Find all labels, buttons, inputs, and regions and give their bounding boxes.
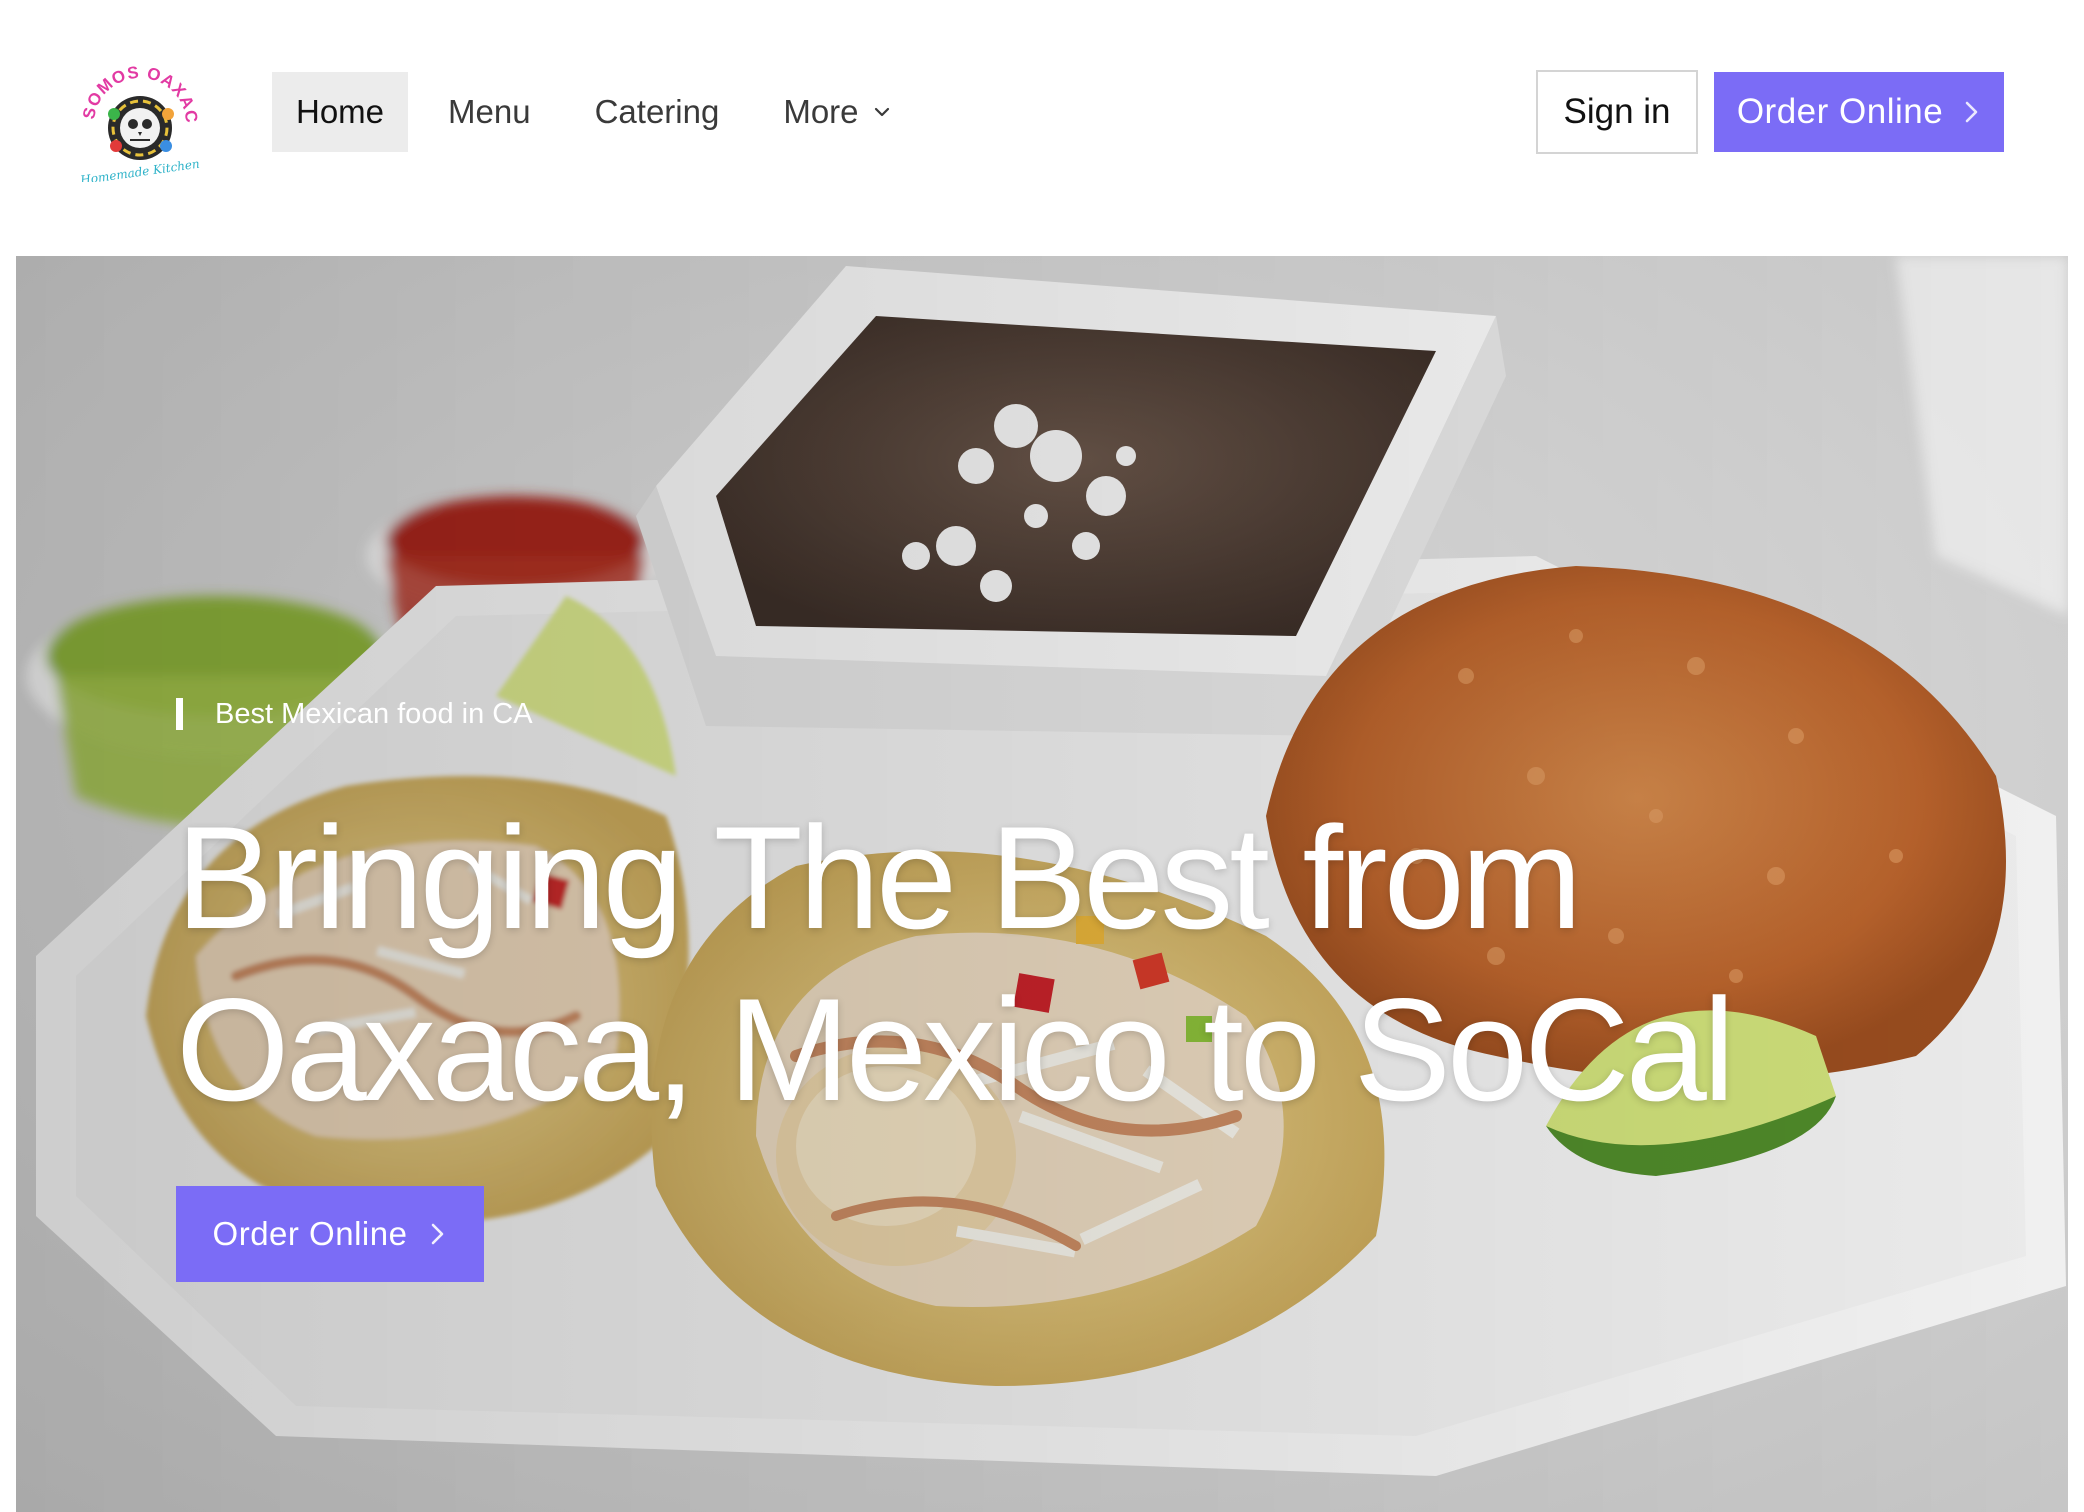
main-nav: Home Menu Catering More	[272, 72, 917, 152]
sign-in-label: Sign in	[1563, 92, 1671, 131]
nav-item-label: Menu	[448, 93, 531, 130]
brand-logo[interactable]: SOMOS OAXACA Homemade Kitchen	[72, 62, 208, 182]
hero-headline-line-1: Bringing The Best from	[176, 796, 1582, 959]
nav-item-label: More	[783, 93, 859, 130]
nav-item-home[interactable]: Home	[272, 72, 409, 152]
tagline-text: Best Mexican food in CA	[215, 697, 533, 730]
nav-item-more[interactable]: More	[759, 72, 916, 152]
hero-section: Best Mexican food in CA Bringing The Bes…	[16, 256, 2068, 1512]
chevron-right-icon	[432, 1223, 444, 1245]
page: SOMOS OAXACA Homemade Kitchen Home	[0, 0, 2084, 1512]
hero-order-online-button[interactable]: Order Online	[176, 1186, 484, 1282]
tagline-accent-bar	[176, 698, 183, 730]
site-header: SOMOS OAXACA Homemade Kitchen Home	[0, 0, 2084, 256]
sign-in-button[interactable]: Sign in	[1536, 70, 1698, 154]
order-online-button[interactable]: Order Online	[1714, 72, 2004, 152]
nav-item-label: Home	[296, 93, 385, 130]
hero-headline: Bringing The Best from Oaxaca, Mexico to…	[176, 792, 1876, 1136]
svg-text:Homemade Kitchen: Homemade Kitchen	[79, 157, 201, 182]
hero-tagline: Best Mexican food in CA	[176, 698, 533, 730]
hero-order-online-label: Order Online	[212, 1215, 408, 1252]
skull-logo-icon: SOMOS OAXACA Homemade Kitchen	[72, 62, 201, 182]
order-online-label: Order Online	[1736, 92, 1944, 131]
nav-item-catering[interactable]: Catering	[571, 72, 744, 152]
nav-item-label: Catering	[594, 93, 720, 130]
chevron-right-icon	[1965, 101, 1978, 123]
hero-headline-line-2: Oaxaca, Mexico to SoCal	[176, 968, 1735, 1131]
nav-item-menu[interactable]: Menu	[424, 72, 555, 152]
chevron-down-icon	[874, 107, 889, 117]
